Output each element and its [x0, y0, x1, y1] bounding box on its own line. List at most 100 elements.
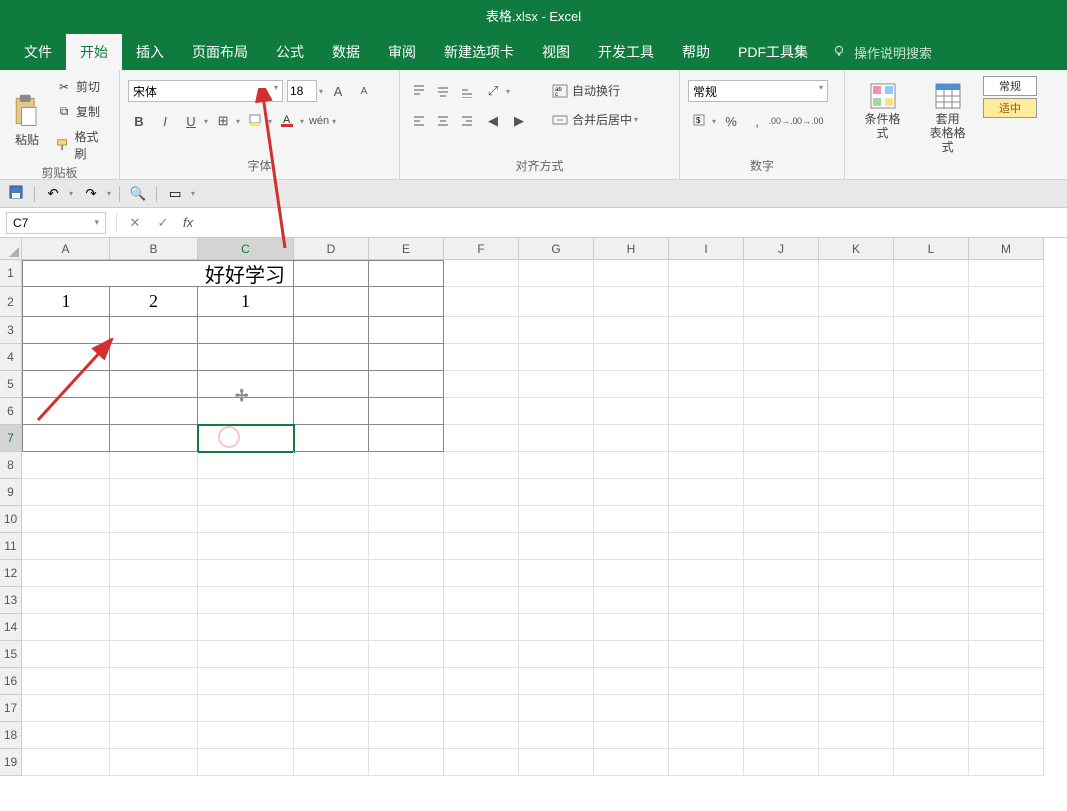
cell-A1-merged[interactable]: 好好学习	[22, 260, 294, 287]
cell-E1[interactable]	[369, 260, 444, 287]
conditional-format-button[interactable]: 条件格式	[853, 76, 912, 174]
decrease-indent-button[interactable]: ◀	[482, 110, 504, 132]
tab-data[interactable]: 数据	[318, 34, 374, 70]
border-button[interactable]: ⊞	[212, 110, 234, 132]
tab-newtab[interactable]: 新建选项卡	[430, 34, 528, 70]
align-center-button[interactable]	[432, 110, 454, 132]
cell-A2[interactable]: 1	[22, 287, 110, 317]
row-header-7[interactable]: 7	[0, 425, 22, 452]
tell-me-search[interactable]: 操作说明搜索	[822, 35, 942, 70]
col-header-K[interactable]: K	[819, 238, 894, 260]
cell-styles-gallery[interactable]: 常规 适中	[983, 76, 1037, 174]
col-header-I[interactable]: I	[669, 238, 744, 260]
accept-formula-button[interactable]: ✓	[149, 212, 177, 234]
tab-devtools[interactable]: 开发工具	[584, 34, 668, 70]
col-header-F[interactable]: F	[444, 238, 519, 260]
row-header-10[interactable]: 10	[0, 506, 22, 533]
tab-pdf[interactable]: PDF工具集	[724, 34, 822, 70]
cell-grid[interactable]: 好好学习 1 2 1	[22, 260, 1044, 776]
col-header-C[interactable]: C	[198, 238, 294, 260]
col-header-A[interactable]: A	[22, 238, 110, 260]
row-header-9[interactable]: 9	[0, 479, 22, 506]
row-header-18[interactable]: 18	[0, 722, 22, 749]
row-header-3[interactable]: 3	[0, 317, 22, 344]
cell-E2[interactable]	[369, 287, 444, 317]
font-color-button[interactable]: A	[276, 110, 298, 132]
qat-new-button[interactable]: ▭	[165, 184, 185, 204]
merge-center-button[interactable]: 合并后居中▾	[548, 109, 642, 130]
bold-button[interactable]: B	[128, 110, 150, 132]
formula-input[interactable]	[199, 212, 1067, 234]
style-ok[interactable]: 适中	[983, 98, 1037, 118]
row-header-14[interactable]: 14	[0, 614, 22, 641]
align-bottom-button[interactable]	[456, 80, 478, 102]
decrease-font-button[interactable]: A	[353, 80, 375, 102]
col-header-G[interactable]: G	[519, 238, 594, 260]
paste-button[interactable]: 粘贴	[8, 76, 46, 164]
cell-B7[interactable]	[110, 425, 198, 452]
cell-C2[interactable]: 1	[198, 287, 294, 317]
accounting-format-button[interactable]: $	[688, 110, 710, 132]
row-header-11[interactable]: 11	[0, 533, 22, 560]
row-header-1[interactable]: 1	[0, 260, 22, 287]
increase-decimal-button[interactable]: .00→.0	[772, 110, 794, 132]
tab-home[interactable]: 开始	[66, 34, 122, 70]
comma-button[interactable]: ,	[746, 110, 768, 132]
row-header-5[interactable]: 5	[0, 371, 22, 398]
cell-D7[interactable]	[294, 425, 369, 452]
increase-font-button[interactable]: A	[327, 80, 349, 102]
select-all-corner[interactable]	[0, 238, 22, 260]
col-header-B[interactable]: B	[110, 238, 198, 260]
row-header-12[interactable]: 12	[0, 560, 22, 587]
cell-B2[interactable]: 2	[110, 287, 198, 317]
cell-D2[interactable]	[294, 287, 369, 317]
row-header-16[interactable]: 16	[0, 668, 22, 695]
row-header-8[interactable]: 8	[0, 452, 22, 479]
table-format-button[interactable]: 套用 表格格式	[918, 76, 977, 174]
align-top-button[interactable]	[408, 80, 430, 102]
increase-indent-button[interactable]: ▶	[508, 110, 530, 132]
row-header-15[interactable]: 15	[0, 641, 22, 668]
orientation-button[interactable]: ⤢	[482, 80, 504, 102]
phonetic-button[interactable]: wén	[308, 110, 330, 132]
tab-review[interactable]: 审阅	[374, 34, 430, 70]
tab-insert[interactable]: 插入	[122, 34, 178, 70]
tab-help[interactable]: 帮助	[668, 34, 724, 70]
cell-D1[interactable]	[294, 260, 369, 287]
align-middle-button[interactable]	[432, 80, 454, 102]
col-header-D[interactable]: D	[294, 238, 369, 260]
underline-button[interactable]: U	[180, 110, 202, 132]
italic-button[interactable]: I	[154, 110, 176, 132]
row-header-19[interactable]: 19	[0, 749, 22, 776]
row-header-6[interactable]: 6	[0, 398, 22, 425]
qat-undo-button[interactable]: ↶	[43, 184, 63, 204]
col-header-M[interactable]: M	[969, 238, 1044, 260]
cancel-formula-button[interactable]: ✕	[121, 212, 149, 234]
col-header-E[interactable]: E	[369, 238, 444, 260]
row-header-13[interactable]: 13	[0, 587, 22, 614]
align-left-button[interactable]	[408, 110, 430, 132]
decrease-decimal-button[interactable]: .0→.00	[798, 110, 820, 132]
fill-color-button[interactable]	[244, 110, 266, 132]
fx-label[interactable]: fx	[183, 215, 193, 230]
number-format-select[interactable]: 常规▾	[688, 80, 828, 102]
tab-page-layout[interactable]: 页面布局	[178, 34, 262, 70]
col-header-H[interactable]: H	[594, 238, 669, 260]
row-header-4[interactable]: 4	[0, 344, 22, 371]
tab-view[interactable]: 视图	[528, 34, 584, 70]
cut-button[interactable]: ✂ 剪切	[52, 76, 111, 97]
row-header-17[interactable]: 17	[0, 695, 22, 722]
font-name-select[interactable]: 宋体 ▾	[128, 80, 283, 102]
align-right-button[interactable]	[456, 110, 478, 132]
cell-E7[interactable]	[369, 425, 444, 452]
format-painter-button[interactable]: 格式刷	[52, 126, 111, 164]
col-header-J[interactable]: J	[744, 238, 819, 260]
tab-formula[interactable]: 公式	[262, 34, 318, 70]
col-header-L[interactable]: L	[894, 238, 969, 260]
tab-file[interactable]: 文件	[10, 34, 66, 70]
percent-button[interactable]: %	[720, 110, 742, 132]
copy-button[interactable]: ⧉ 复制	[52, 101, 111, 122]
wrap-text-button[interactable]: abc 自动换行	[548, 80, 642, 101]
row-header-2[interactable]: 2	[0, 287, 22, 317]
qat-save-button[interactable]	[6, 184, 26, 204]
